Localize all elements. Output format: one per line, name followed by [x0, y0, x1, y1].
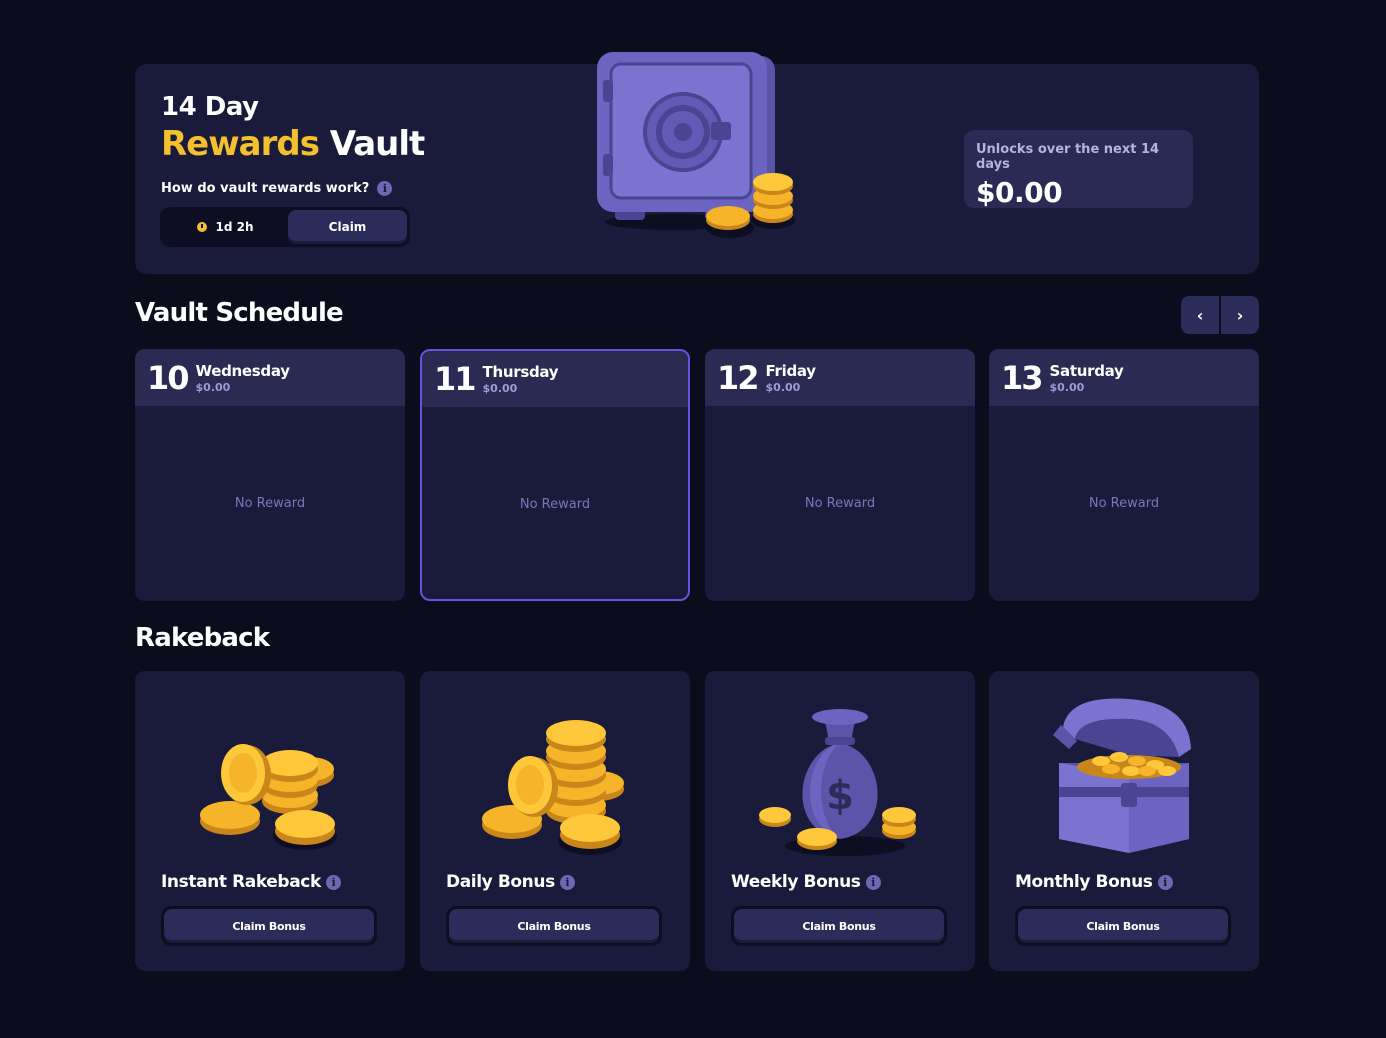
- money-bag-icon: $: [759, 709, 916, 856]
- day-header: 13 Saturday $0.00: [989, 349, 1259, 406]
- claim-bonus-button[interactable]: Claim Bonus: [446, 906, 662, 946]
- unlock-label: Unlocks over the next 14 days: [976, 142, 1160, 172]
- rakeback-label-text: Monthly Bonus: [1015, 872, 1153, 892]
- claim-bonus-button[interactable]: Claim Bonus: [161, 906, 377, 946]
- rakeback-title: Rakeback: [135, 623, 270, 653]
- day-status: No Reward: [804, 496, 876, 511]
- day-name: Wednesday: [195, 361, 290, 380]
- vault-safe-icon: [597, 52, 795, 238]
- unlock-summary: Unlocks over the next 14 days $0.00: [964, 130, 1193, 209]
- claim-bonus-button[interactable]: Claim Bonus: [731, 906, 947, 946]
- rakeback-card-instant: Instant Rakeback i Claim Bonus: [135, 671, 405, 971]
- day-number: 12: [717, 358, 760, 397]
- info-icon[interactable]: i: [1157, 874, 1173, 890]
- rakeback-label-text: Weekly Bonus: [731, 872, 861, 892]
- hero-title-small: 14 Day: [161, 92, 259, 122]
- schedule-nav: ‹ ›: [1181, 296, 1259, 334]
- day-number: 10: [147, 358, 190, 397]
- day-header: 10 Wednesday $0.00: [135, 349, 405, 406]
- treasure-chest-icon: [1053, 698, 1191, 853]
- rakeback-label: Instant Rakeback i: [161, 872, 341, 892]
- vault-help-text: How do vault rewards work?: [161, 181, 370, 196]
- day-amount: $0.00: [765, 380, 801, 394]
- schedule-day-card-active[interactable]: 11 Thursday $0.00 No Reward: [420, 349, 690, 601]
- vault-timer-value: 1d 2h: [215, 220, 254, 234]
- claim-bonus-label: Claim Bonus: [1018, 909, 1228, 943]
- hero-title: Rewards Vault: [161, 124, 426, 164]
- day-name: Saturday: [1049, 361, 1124, 380]
- hero-title-rest: Vault: [329, 124, 426, 164]
- schedule-day-card[interactable]: 10 Wednesday $0.00 No Reward: [135, 349, 405, 601]
- day-number: 11: [434, 360, 477, 398]
- day-name: Thursday: [482, 363, 559, 381]
- day-number: 13: [1001, 358, 1044, 397]
- day-status: No Reward: [519, 497, 591, 512]
- info-icon[interactable]: i: [559, 874, 575, 890]
- rakeback-label-text: Instant Rakeback: [161, 872, 321, 892]
- info-icon[interactable]: i: [865, 874, 881, 890]
- schedule-day-card[interactable]: 12 Friday $0.00 No Reward: [705, 349, 975, 601]
- info-icon[interactable]: i: [325, 874, 341, 890]
- rakeback-label: Monthly Bonus i: [1015, 872, 1173, 892]
- day-name: Friday: [765, 361, 817, 380]
- unlock-value: $0.00: [976, 176, 1063, 209]
- info-icon[interactable]: i: [377, 181, 393, 196]
- rakeback-card-weekly: $ Weekly Bonus i Claim Bonus: [705, 671, 975, 971]
- rakeback-label: Daily Bonus i: [446, 872, 575, 892]
- rakeback-label-text: Daily Bonus: [446, 872, 555, 892]
- coins-icon: [200, 744, 337, 850]
- rewards-vault-hero: 14 Day Rewards Vault How do vault reward…: [135, 52, 1259, 274]
- day-header: 11 Thursday $0.00: [422, 351, 688, 407]
- chevron-left-icon[interactable]: ‹: [1181, 296, 1219, 334]
- vault-claim-pill: 1d 2h Claim: [160, 207, 410, 247]
- day-amount: $0.00: [1049, 380, 1085, 394]
- claim-bonus-label: Claim Bonus: [734, 909, 944, 943]
- day-amount: $0.00: [195, 380, 231, 394]
- schedule-title: Vault Schedule: [135, 298, 344, 328]
- claim-bonus-button[interactable]: Claim Bonus: [1015, 906, 1231, 946]
- vault-timer: 1d 2h: [163, 220, 288, 234]
- clock-icon: [197, 222, 208, 232]
- vault-claim-button[interactable]: Claim: [288, 210, 407, 244]
- day-status: No Reward: [1088, 496, 1160, 511]
- day-amount: $0.00: [482, 382, 518, 395]
- rakeback-card-monthly: Monthly Bonus i Claim Bonus: [989, 671, 1259, 971]
- claim-bonus-label: Claim Bonus: [449, 909, 659, 943]
- day-header: 12 Friday $0.00: [705, 349, 975, 406]
- rakeback-label: Weekly Bonus i: [731, 872, 881, 892]
- claim-bonus-label: Claim Bonus: [164, 909, 374, 943]
- vault-help-link[interactable]: How do vault rewards work? i: [161, 181, 393, 196]
- coin-stack-icon: [482, 720, 624, 855]
- day-status: No Reward: [234, 496, 306, 511]
- rakeback-card-daily: Daily Bonus i Claim Bonus: [420, 671, 690, 971]
- schedule-day-card[interactable]: 13 Saturday $0.00 No Reward: [989, 349, 1259, 601]
- hero-title-accent: Rewards: [161, 124, 320, 164]
- svg-text:$: $: [826, 773, 854, 819]
- chevron-right-icon[interactable]: ›: [1221, 296, 1259, 334]
